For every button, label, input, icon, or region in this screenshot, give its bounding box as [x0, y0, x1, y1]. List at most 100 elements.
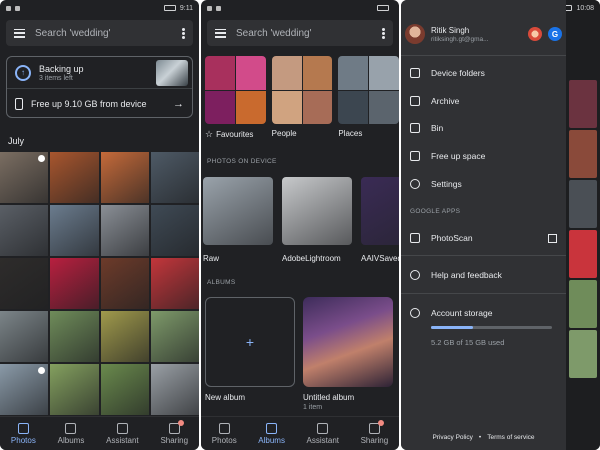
- sharing-icon: [168, 419, 184, 434]
- storage-progress-bar: [431, 326, 552, 329]
- category-favourites[interactable]: ☆ Favourites: [205, 56, 266, 140]
- account-header[interactable]: Ritik Singh ritiksingh.gt@gma... G: [405, 20, 562, 48]
- category-label: People: [271, 129, 297, 138]
- menu-label: Account storage: [431, 308, 493, 318]
- nav-albums[interactable]: Albums: [258, 422, 285, 445]
- photo-thumbnail[interactable]: [0, 258, 49, 309]
- notification-icon: [6, 5, 11, 11]
- free-up-text: Free up 9.10 GB from device: [31, 99, 147, 109]
- background-photos: [566, 0, 600, 450]
- photo-thumbnail[interactable]: [50, 205, 99, 256]
- menu-icon[interactable]: [14, 28, 25, 38]
- privacy-policy-link[interactable]: Privacy Policy: [432, 434, 472, 441]
- category-row: ☆ Favourites People Places: [205, 56, 399, 140]
- search-bar[interactable]: Search 'wedding': [207, 20, 393, 46]
- menu-label: Device folders: [431, 68, 485, 78]
- photo-thumbnail[interactable]: [150, 311, 199, 362]
- search-input[interactable]: Search 'wedding': [35, 28, 172, 39]
- menu-label: Bin: [431, 123, 444, 133]
- folder-label: AdobeLightroom: [282, 254, 341, 263]
- photo-thumbnail[interactable]: [0, 152, 49, 203]
- photo-thumbnail[interactable]: [50, 311, 99, 362]
- device-folder-aaivsaved[interactable]: AAIVSaved: [361, 177, 399, 263]
- device-folder-adobelightroom[interactable]: AdobeLightroom: [282, 177, 352, 263]
- assistant-icon: [116, 422, 128, 434]
- battery-icon: [377, 5, 389, 11]
- notification-badge: [177, 419, 184, 426]
- menu-label: Archive: [431, 96, 460, 106]
- backup-icon: ↑: [15, 64, 31, 81]
- photo-thumbnail[interactable]: [0, 364, 49, 415]
- more-options-icon[interactable]: [382, 27, 385, 39]
- photo-thumbnail[interactable]: [100, 258, 149, 309]
- nav-albums[interactable]: Albums: [57, 422, 85, 445]
- nav-sharing[interactable]: Sharing: [160, 419, 188, 445]
- more-options-icon[interactable]: [182, 27, 185, 39]
- drawer-screen: 10:08 Ritik Singh ritiksingh.gt@gma... G…: [401, 0, 600, 450]
- backup-status-row[interactable]: ↑ Backing up 3 items left: [7, 57, 192, 89]
- video-play-icon: [38, 367, 46, 374]
- nav-label: Photos: [211, 435, 237, 445]
- terms-of-service-link[interactable]: Terms of service: [487, 434, 534, 441]
- nav-assistant[interactable]: Assistant: [307, 422, 339, 445]
- menu-bin[interactable]: Bin: [401, 115, 566, 141]
- nav-label: Albums: [57, 435, 85, 445]
- category-label: Places: [338, 129, 363, 138]
- nav-photos[interactable]: Photos: [211, 422, 237, 445]
- status-bar: 9:11: [0, 0, 199, 16]
- sharing-icon: [368, 419, 384, 434]
- folder-cover: [361, 177, 399, 245]
- menu-settings[interactable]: Settings: [401, 171, 566, 197]
- battery-icon: [163, 5, 176, 11]
- category-label: ☆ Favourites: [205, 129, 254, 139]
- menu-archive[interactable]: Archive: [401, 88, 566, 114]
- device-folder-raw[interactable]: Raw: [203, 177, 273, 263]
- month-header: July: [8, 136, 25, 146]
- category-places[interactable]: Places: [338, 56, 399, 140]
- photo-thumbnail[interactable]: [50, 364, 99, 415]
- trash-icon: [410, 123, 420, 133]
- divider: [401, 293, 566, 294]
- folder-label: AAIVSaved: [361, 254, 399, 263]
- free-up-row[interactable]: Free up 9.10 GB from device →: [7, 90, 192, 118]
- photo-thumbnail[interactable]: [100, 152, 149, 203]
- nav-sharing[interactable]: Sharing: [361, 419, 388, 445]
- notification-icon: [207, 5, 212, 11]
- storage-progress-fill: [431, 326, 474, 329]
- folder-label: Raw: [203, 254, 220, 263]
- search-input[interactable]: Search 'wedding': [236, 28, 372, 39]
- photo-thumbnail[interactable]: [50, 152, 99, 203]
- photo-thumbnail[interactable]: [150, 258, 199, 309]
- category-collage: [338, 56, 399, 124]
- search-bar[interactable]: Search 'wedding': [6, 20, 193, 46]
- photo-thumbnail[interactable]: [150, 152, 199, 203]
- phone-icon: [410, 151, 420, 161]
- photo-thumbnail[interactable]: [150, 364, 199, 415]
- menu-account-storage[interactable]: Account storage: [401, 300, 566, 326]
- albums-screen: Search 'wedding' ☆ Favourites People Places…: [201, 0, 399, 450]
- menu-device-folders[interactable]: Device folders: [401, 60, 566, 86]
- menu-help-feedback[interactable]: Help and feedback: [401, 262, 566, 288]
- photo-thumbnail[interactable]: [0, 205, 49, 256]
- untitled-album-tile[interactable]: Untitled album 1 item: [303, 297, 393, 411]
- footer-separator: •: [478, 434, 482, 441]
- photo-thumbnail[interactable]: [100, 364, 149, 415]
- menu-icon[interactable]: [215, 28, 226, 38]
- secondary-account-avatar[interactable]: G: [548, 27, 562, 41]
- menu-label: Settings: [431, 179, 462, 189]
- photo-thumbnail[interactable]: [0, 311, 49, 362]
- photo-thumbnail[interactable]: [150, 205, 199, 256]
- photo-thumbnail[interactable]: [100, 205, 149, 256]
- photo-thumbnail[interactable]: [100, 311, 149, 362]
- new-album-tile[interactable]: + New album: [205, 297, 295, 411]
- storage-used-text: 5.2 GB of 15 GB used: [431, 338, 505, 347]
- photo-thumbnail[interactable]: [50, 258, 99, 309]
- nav-photos[interactable]: Photos: [11, 422, 36, 445]
- secondary-account-avatar[interactable]: [528, 27, 542, 41]
- nav-assistant[interactable]: Assistant: [106, 422, 139, 445]
- clock: 10:08: [576, 4, 594, 12]
- add-icon: +: [205, 297, 295, 387]
- category-people[interactable]: People: [271, 56, 333, 140]
- menu-photoscan[interactable]: PhotoScan: [401, 225, 566, 251]
- menu-free-up-space[interactable]: Free up space: [401, 143, 566, 169]
